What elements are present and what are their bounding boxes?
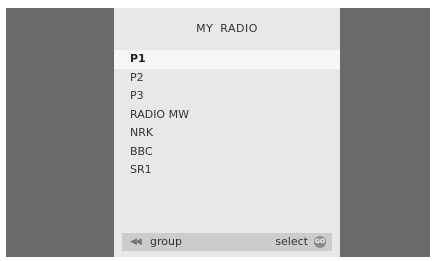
group-label: group	[150, 235, 182, 248]
list-item-p3[interactable]: P3	[114, 87, 340, 106]
list-item-p2[interactable]: P2	[114, 69, 340, 88]
list-item-sr1[interactable]: SR1	[114, 161, 340, 180]
list-item-bbc[interactable]: BBC	[114, 143, 340, 162]
list-item-radio-mw[interactable]: RADIO MW	[114, 106, 340, 125]
list-item-nrk[interactable]: NRK	[114, 124, 340, 143]
menu-title: MY RADIO	[196, 22, 258, 35]
go-button-icon: GO	[314, 236, 326, 248]
radio-list: P1 P2 P3 RADIO MW NRK BBC SR1	[114, 50, 340, 180]
list-item-p1[interactable]: P1	[114, 50, 340, 69]
menu-panel: MY RADIO P1 P2 P3 RADIO MW NRK BBC SR1 ◀…	[114, 8, 340, 257]
help-bar: ◀◀ group select GO	[122, 233, 332, 251]
rewind-icon: ◀◀	[130, 237, 142, 247]
select-label: select	[275, 235, 308, 248]
